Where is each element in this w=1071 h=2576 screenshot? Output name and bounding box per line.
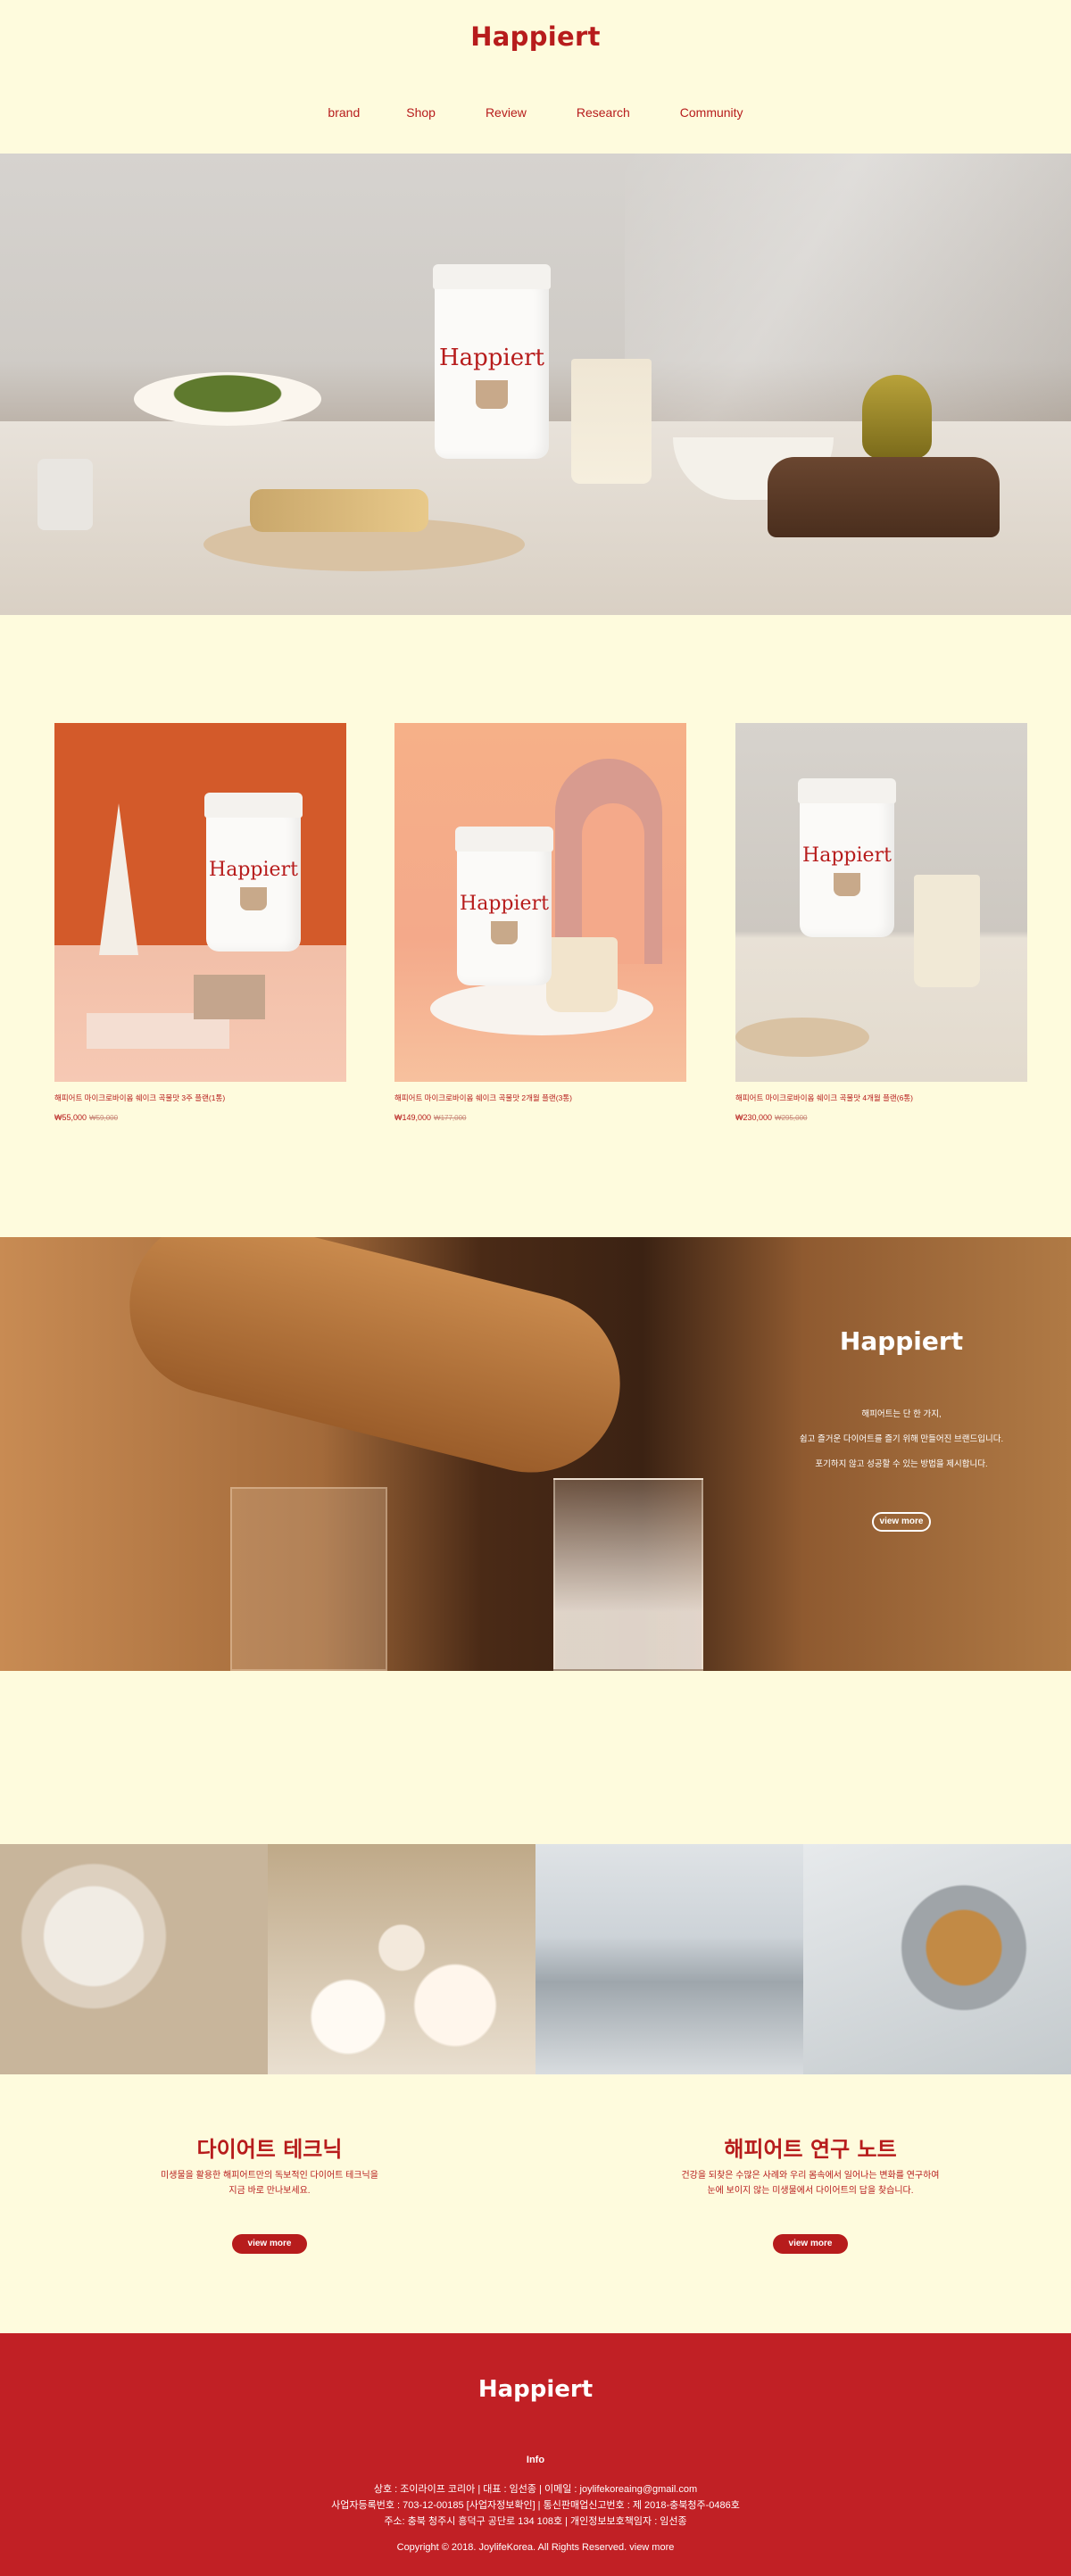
product-card[interactable]: Happiert 해피어트 마이크로바이옴 쉐이크 곡물맛 3주 플랜(1통) … (54, 723, 346, 1122)
gallery-image (268, 1844, 536, 2074)
product-list: Happiert 해피어트 마이크로바이옴 쉐이크 곡물맛 3주 플랜(1통) … (54, 723, 1027, 1125)
footer-line: 상호 : 조이라이프 코리아 | 대표 : 임선종 | 이메일 : joylif… (373, 2484, 698, 2495)
desc-line: 건강을 되찾은 수많은 사례와 우리 몸속에서 일어나는 변화를 연구하여 (681, 2171, 940, 2181)
story-text: 쉽고 즐거운 다이어트를 즐기 위해 만들어진 브랜드입니다. (799, 1434, 1004, 1444)
original-price: ₩295,000 (775, 1114, 808, 1122)
research-section: 해피어트 연구 노트 건강을 되찾은 수많은 사례와 우리 몸속에서 일어나는 … (632, 2131, 989, 2254)
hero-light (625, 154, 1071, 421)
brand-story-banner: Happiert 해피어트는 단 한 가지, 쉽고 즐거운 다이어트를 즐기 위… (0, 1237, 1071, 1671)
footer-line: 주소: 충북 청주시 흥덕구 공단로 134 108호 | 개인정보보호책임자 … (384, 2516, 687, 2527)
product-price: ₩149,000 ₩177,000 (394, 1113, 686, 1122)
hero-toast (250, 489, 428, 532)
hero-oil-bottle (862, 375, 932, 459)
desc-line: 미생물을 활용한 해피어트만의 독보적인 다이어트 테크닉을 (161, 2171, 378, 2181)
pouring-bottle-image (111, 1237, 639, 1492)
product-card[interactable]: Happiert 해피어트 마이크로바이옴 쉐이크 곡물맛 2개월 플랜(3통)… (394, 723, 686, 1122)
product-price: ₩55,000 ₩59,000 (54, 1113, 346, 1122)
hero-bread (768, 457, 1000, 537)
research-view-more-button[interactable]: view more (773, 2234, 848, 2254)
story-title: Happiert (839, 1326, 964, 1356)
product-name[interactable]: 해피어트 마이크로바이옴 쉐이크 곡물맛 3주 플랜(1통) (54, 1093, 346, 1103)
image-gallery (0, 1844, 1071, 2074)
hero-cup (37, 459, 93, 530)
product-image[interactable]: Happiert (735, 723, 1027, 1082)
footer-info-title: Info (526, 2455, 545, 2465)
sale-price: ₩230,000 (735, 1113, 773, 1122)
technique-desc: 미생물을 활용한 해피어트만의 독보적인 다이어트 테크닉을지금 바로 만나보세… (91, 2168, 448, 2198)
hero-product-jar: Happiert (433, 264, 551, 459)
footer-line: 사업자등록번호 : 703-12-00185 [사업자정보확인] | 통신판매업… (331, 2500, 740, 2511)
board-decor (735, 1018, 869, 1057)
product-name[interactable]: 해피어트 마이크로바이옴 쉐이크 곡물맛 2개월 플랜(3통) (394, 1093, 686, 1103)
original-price: ₩59,000 (89, 1114, 119, 1122)
sale-price: ₩55,000 (54, 1113, 87, 1122)
site-footer: Happiert Info 상호 : 조이라이프 코리아 | 대표 : 임선종 … (0, 2333, 1071, 2576)
research-desc: 건강을 되찾은 수많은 사례와 우리 몸속에서 일어나는 변화를 연구하여눈에 … (632, 2168, 989, 2198)
product-price: ₩230,000 ₩295,000 (735, 1113, 1027, 1122)
desc-line: 눈에 보이지 않는 미생물에서 다이어트의 답을 찾습니다. (707, 2186, 914, 2196)
hero-salad-bowl (134, 372, 321, 426)
product-image[interactable]: Happiert (54, 723, 346, 1082)
nav-brand[interactable]: brand (328, 105, 360, 120)
product-jar: Happiert (455, 827, 553, 985)
story-text: 해피어트는 단 한 가지, (861, 1409, 942, 1419)
product-name[interactable]: 해피어트 마이크로바이옴 쉐이크 곡물맛 4개월 플랜(6통) (735, 1093, 1027, 1103)
plate-decor (430, 982, 653, 1035)
latte-cup (546, 937, 618, 1012)
empty-glass-image (230, 1487, 387, 1671)
gallery-image (803, 1844, 1071, 2074)
nav-research[interactable]: Research (577, 105, 630, 120)
footer-copyright[interactable]: Copyright © 2018. JoylifeKorea. All Righ… (0, 2542, 1071, 2553)
hero-milk-glass (571, 359, 652, 484)
story-view-more-button[interactable]: view more (872, 1512, 931, 1532)
site-logo[interactable]: Happiert (0, 21, 1071, 52)
main-nav: brand Shop Review Research Community (0, 105, 1071, 120)
sale-price: ₩149,000 (394, 1113, 432, 1122)
block-decor (194, 975, 265, 1019)
product-jar: Happiert (798, 778, 896, 937)
desc-line: 지금 바로 만나보세요. (228, 2186, 311, 2196)
site-header: Happiert brand Shop Review Research Comm… (0, 0, 1071, 154)
technique-section: 다이어트 테크닉 미생물을 활용한 해피어트만의 독보적인 다이어트 테크닉을지… (91, 2131, 448, 2254)
research-title: 해피어트 연구 노트 (724, 2137, 897, 2162)
product-card[interactable]: Happiert 해피어트 마이크로바이옴 쉐이크 곡물맛 4개월 플랜(6통)… (735, 723, 1027, 1122)
nav-shop[interactable]: Shop (406, 105, 436, 120)
nav-community[interactable]: Community (680, 105, 743, 120)
gallery-image (536, 1844, 803, 2074)
cone-decor (99, 803, 138, 955)
milk-glass (914, 875, 980, 987)
footer-logo: Happiert (477, 2376, 594, 2403)
hero-banner: Happiert (0, 154, 1071, 615)
nav-review[interactable]: Review (486, 105, 527, 120)
product-jar: Happiert (204, 793, 303, 951)
product-image[interactable]: Happiert (394, 723, 686, 1082)
original-price: ₩177,000 (434, 1114, 467, 1122)
technique-view-more-button[interactable]: view more (232, 2234, 307, 2254)
gallery-image (0, 1844, 268, 2074)
technique-title: 다이어트 테크닉 (196, 2137, 343, 2162)
story-text: 포기하지 않고 성공할 수 있는 방법을 제시합니다. (815, 1459, 988, 1469)
filled-glass-image (553, 1478, 703, 1671)
